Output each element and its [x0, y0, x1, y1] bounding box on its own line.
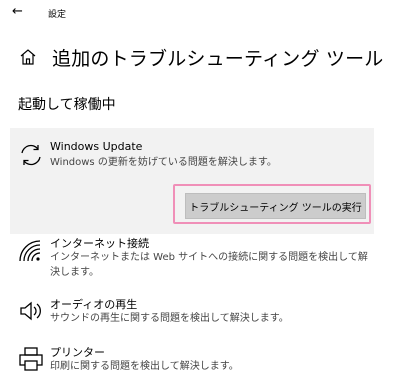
wifi-icon: [19, 240, 41, 262]
run-troubleshooter-button[interactable]: トラブルシューティング ツールの実行: [185, 193, 366, 219]
title-bar: ← 設定: [0, 0, 400, 26]
section-title: 起動して稼働中: [18, 97, 116, 113]
app-title: 設定: [48, 10, 67, 20]
item-name: プリンター: [50, 346, 105, 359]
item-description: Windows の更新を妨げている問題を解決します。: [50, 157, 277, 168]
speaker-icon: [20, 301, 41, 321]
back-arrow-icon[interactable]: ←: [12, 4, 23, 19]
item-name: インターネット接続: [50, 237, 149, 250]
page-title: 追加のトラブルシューティング ツール: [52, 47, 384, 70]
item-description: サウンドの再生に関する問題を検出して解決します。: [50, 313, 289, 324]
sync-icon: [21, 144, 41, 166]
page-header: 追加のトラブルシューティング ツール: [18, 40, 384, 74]
item-name: オーディオの再生: [50, 298, 138, 311]
item-description: インターネットまたは Web サイトへの接続に関する問題を検出して解決します。: [50, 252, 368, 278]
item-description: 印刷に関する問題を検出して解決します。: [50, 361, 239, 372]
printer-icon: [19, 347, 43, 371]
home-icon[interactable]: [18, 47, 38, 67]
item-name: Windows Update: [50, 140, 143, 153]
